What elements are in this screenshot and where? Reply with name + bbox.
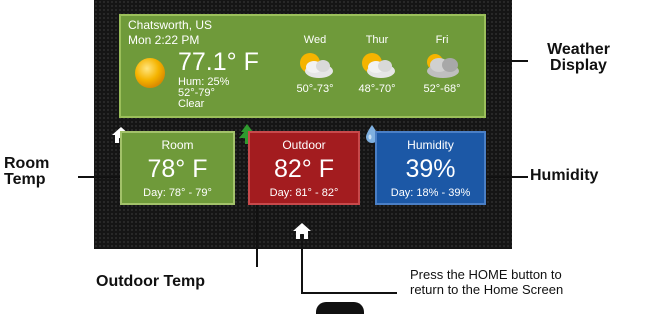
- partly-cloudy-icon: [300, 53, 333, 78]
- weather-datetime: Mon 2:22 PM: [128, 33, 200, 47]
- outdoor-day-range: Day: 81° - 82°: [269, 187, 339, 199]
- room-callout-line1: Room: [4, 155, 50, 172]
- home-callout-line2: return to the Home Screen: [410, 282, 564, 297]
- device-knob: [316, 302, 364, 314]
- weather-temperature: 77.1° F: [178, 48, 259, 76]
- weather-callout-line1: Weather: [547, 41, 610, 58]
- forecast-day-label: Fri: [435, 34, 449, 46]
- weather-callout-line2: Display: [550, 57, 607, 74]
- humidity-callout: Humidity: [530, 167, 599, 184]
- room-callout-line2: Temp: [4, 171, 46, 188]
- home-callout-line-horizontal: [301, 292, 397, 294]
- outdoor-temp-callout: Outdoor Temp: [96, 273, 206, 290]
- weather-display[interactable]: Chatsworth, US Mon 2:22 PM 77.1° F Hum: …: [119, 14, 486, 118]
- outdoor-tile-title: Outdoor: [282, 138, 326, 152]
- weather-details: Hum: 25% 52°-79° Clear: [178, 77, 229, 110]
- humidity-value: 39%: [405, 155, 456, 183]
- humidity-day-range: Day: 18% - 39%: [390, 187, 471, 199]
- room-temp-callout: Room Temp: [4, 156, 49, 188]
- outdoor-callout-line: [256, 205, 258, 267]
- weather-display-callout: Weather Display: [536, 42, 621, 74]
- home-button-icon[interactable]: [292, 222, 312, 240]
- room-tile-title: Room: [161, 138, 194, 152]
- weather-location: Chatsworth, US: [128, 18, 213, 32]
- cloudy-icon: [427, 54, 459, 78]
- forecast-day: Thur 48°-70°: [347, 34, 407, 95]
- outdoor-temp-tile[interactable]: Outdoor 82° F Day: 81° - 82°: [248, 131, 360, 205]
- forecast-day: Wed 50°-73°: [285, 34, 345, 95]
- forecast-day-label: Wed: [303, 34, 327, 46]
- partly-cloudy-icon: [362, 53, 395, 78]
- forecast-range: 52°-68°: [423, 83, 461, 95]
- home-callout-line1: Press the HOME button to: [410, 267, 562, 282]
- sun-icon: [135, 58, 165, 88]
- weather-condition: Clear: [178, 98, 205, 110]
- room-day-range: Day: 78° - 79°: [143, 187, 212, 199]
- forecast-day: Fri 52°-68°: [412, 34, 472, 95]
- home-callout-line-vertical: [301, 241, 303, 293]
- weather-callout-line: [486, 60, 528, 62]
- outdoor-temp-value: 82° F: [273, 155, 335, 183]
- forecast-range: 50°-73°: [296, 83, 334, 95]
- room-callout-line: [78, 176, 120, 178]
- forecast-day-label: Thur: [365, 34, 389, 46]
- humidity-tile-title: Humidity: [407, 138, 454, 152]
- forecast-range: 48°-70°: [358, 83, 396, 95]
- home-button-callout: Press the HOME button to return to the H…: [410, 267, 563, 297]
- humidity-tile[interactable]: Humidity 39% Day: 18% - 39%: [375, 131, 486, 205]
- room-temp-tile[interactable]: Room 78° F Day: 78° - 79°: [120, 131, 235, 205]
- humidity-callout-line: [486, 176, 528, 178]
- room-temp-value: 78° F: [147, 155, 208, 183]
